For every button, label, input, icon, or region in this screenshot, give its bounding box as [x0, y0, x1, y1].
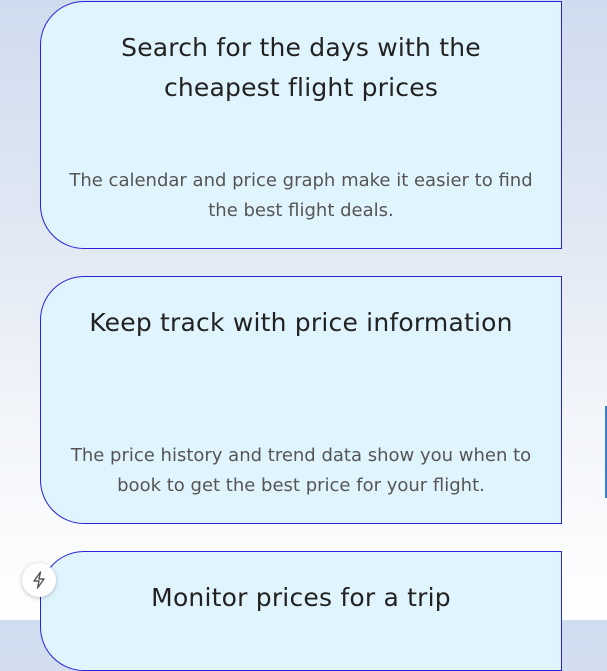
feature-card-title: Keep track with price information [89, 308, 513, 337]
feature-card-monitor-prices: Monitor prices for a trip [40, 551, 562, 671]
feature-card-description: The price history and trend data show yo… [70, 445, 532, 496]
feature-card-title: Monitor prices for a trip [151, 583, 451, 612]
quick-action-button[interactable] [22, 563, 56, 597]
lightning-bolt-icon [31, 571, 47, 589]
feature-card-description: The calendar and price graph make it eas… [69, 170, 533, 221]
feature-card-cheapest-days: Search for the days with the cheapest fl… [40, 1, 562, 249]
feature-card-title: Search for the days with the cheapest fl… [121, 33, 481, 102]
feature-card-price-information: Keep track with price information The pr… [40, 276, 562, 524]
